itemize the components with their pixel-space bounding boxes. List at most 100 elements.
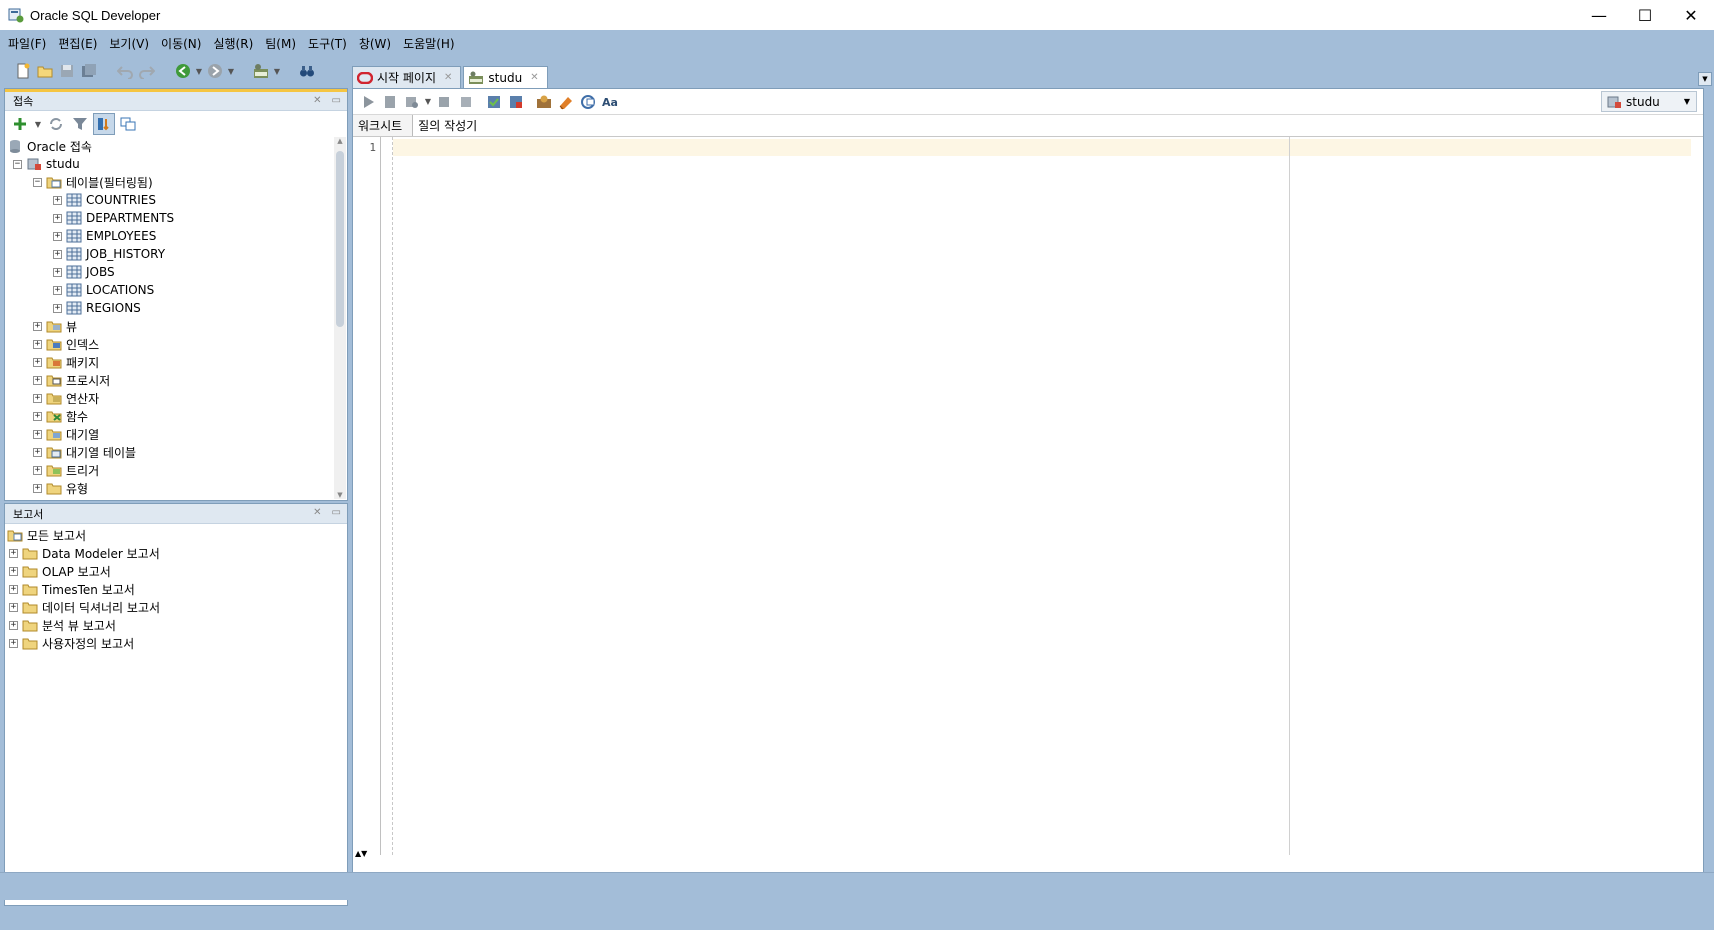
menu-team[interactable]: 팀(M) bbox=[261, 35, 304, 52]
expand-icon[interactable]: + bbox=[53, 285, 62, 295]
expand-icon[interactable]: + bbox=[33, 447, 42, 457]
tree-table-regions[interactable]: + REGIONS bbox=[7, 299, 333, 317]
clear-button[interactable] bbox=[555, 91, 577, 113]
tree-queue-tables-node[interactable]: + 대기열 테이블 bbox=[7, 443, 333, 461]
expand-icon[interactable]: + bbox=[9, 584, 18, 594]
format-case-button[interactable]: Aa bbox=[599, 91, 621, 113]
minimize-button[interactable]: — bbox=[1576, 0, 1622, 30]
sql-history-button[interactable] bbox=[533, 91, 555, 113]
expand-icon[interactable]: + bbox=[53, 249, 62, 259]
menu-run[interactable]: 실행(R) bbox=[209, 35, 261, 52]
tree-all-reports[interactable]: 모든 보고서 bbox=[5, 526, 347, 544]
manage-connections-button[interactable] bbox=[117, 113, 139, 135]
save-all-button[interactable] bbox=[78, 60, 100, 82]
minimize-panel-icon[interactable]: ▭ bbox=[332, 507, 341, 518]
tree-procedures-node[interactable]: + 프로시저 bbox=[7, 371, 333, 389]
run-statement-button[interactable] bbox=[357, 91, 379, 113]
expand-icon[interactable]: + bbox=[33, 321, 42, 331]
expand-icon[interactable]: + bbox=[9, 620, 18, 630]
close-tab-icon[interactable]: ✕ bbox=[530, 72, 538, 83]
expand-icon[interactable]: + bbox=[53, 231, 62, 241]
tab-studu-worksheet[interactable]: studu ✕ bbox=[463, 66, 548, 88]
save-button[interactable] bbox=[56, 60, 78, 82]
tree-operators-node[interactable]: + 연산자 bbox=[7, 389, 333, 407]
back-dropdown[interactable]: ▼ bbox=[194, 60, 204, 82]
close-tab-icon[interactable]: ✕ bbox=[444, 72, 452, 83]
editor-scroll-arrows-icon[interactable]: ▲▼ bbox=[355, 849, 367, 858]
expand-icon[interactable]: + bbox=[33, 357, 42, 367]
expand-icon[interactable]: + bbox=[33, 339, 42, 349]
tree-views-node[interactable]: + 뷰 bbox=[7, 317, 333, 335]
tree-table-departments[interactable]: + DEPARTMENTS bbox=[7, 209, 333, 227]
tree-functions-node[interactable]: + 함수 bbox=[7, 407, 333, 425]
tree-report-data-modeler[interactable]: + Data Modeler 보고서 bbox=[5, 544, 347, 562]
expand-icon[interactable]: + bbox=[53, 267, 62, 277]
tree-report-timesten[interactable]: + TimesTen 보고서 bbox=[5, 580, 347, 598]
tab-query-builder[interactable]: 질의 작성기 bbox=[413, 115, 487, 136]
scroll-thumb[interactable] bbox=[336, 151, 344, 327]
tree-indexes-node[interactable]: + 인덱스 bbox=[7, 335, 333, 353]
commit-button[interactable] bbox=[433, 91, 455, 113]
run-script-button[interactable] bbox=[379, 91, 401, 113]
expand-icon[interactable]: + bbox=[53, 195, 62, 205]
sql-tuning-button[interactable] bbox=[505, 91, 527, 113]
unshared-worksheet-button[interactable] bbox=[577, 91, 599, 113]
refresh-button[interactable] bbox=[45, 113, 67, 135]
autotrace-dropdown[interactable]: ▼ bbox=[423, 91, 433, 113]
tree-report-olap[interactable]: + OLAP 보고서 bbox=[5, 562, 347, 580]
tree-table-countries[interactable]: + COUNTRIES bbox=[7, 191, 333, 209]
filter-button[interactable] bbox=[69, 113, 91, 135]
autotrace-button[interactable] bbox=[401, 91, 423, 113]
expand-icon[interactable]: + bbox=[9, 548, 18, 558]
menu-view[interactable]: 보기(V) bbox=[105, 35, 157, 52]
minimize-panel-icon[interactable]: ▭ bbox=[332, 95, 341, 106]
menu-edit[interactable]: 편집(E) bbox=[54, 35, 105, 52]
expand-icon[interactable]: + bbox=[9, 638, 18, 648]
tree-root-oracle-connections[interactable]: Oracle 접속 bbox=[7, 137, 333, 155]
tree-triggers-node[interactable]: + 트리거 bbox=[7, 461, 333, 479]
connection-select[interactable]: studu ▼ bbox=[1601, 91, 1697, 112]
undo-button[interactable] bbox=[114, 60, 136, 82]
tree-table-job-history[interactable]: + JOB_HISTORY bbox=[7, 245, 333, 263]
menu-navigate[interactable]: 이동(N) bbox=[157, 35, 209, 52]
expand-icon[interactable]: + bbox=[53, 213, 62, 223]
tree-table-jobs[interactable]: + JOBS bbox=[7, 263, 333, 281]
maximize-button[interactable]: ☐ bbox=[1622, 0, 1668, 30]
expand-icon[interactable]: + bbox=[33, 465, 42, 475]
expand-icon[interactable]: + bbox=[53, 303, 62, 313]
expand-icon[interactable]: + bbox=[33, 429, 42, 439]
menu-tools[interactable]: 도구(T) bbox=[304, 35, 355, 52]
collapse-icon[interactable]: − bbox=[13, 159, 22, 169]
expand-icon[interactable]: + bbox=[33, 375, 42, 385]
sql-worksheet-dropdown[interactable]: ▼ bbox=[272, 60, 282, 82]
new-button[interactable] bbox=[12, 60, 34, 82]
tree-queues-node[interactable]: + 대기열 bbox=[7, 425, 333, 443]
collapse-icon[interactable]: − bbox=[33, 177, 42, 187]
back-button[interactable] bbox=[172, 60, 194, 82]
expand-icon[interactable]: + bbox=[9, 602, 18, 612]
sql-worksheet-button[interactable] bbox=[250, 60, 272, 82]
menu-help[interactable]: 도움말(H) bbox=[399, 35, 463, 52]
new-connection-button[interactable] bbox=[9, 113, 31, 135]
expand-icon[interactable]: + bbox=[33, 483, 42, 493]
tree-report-data-dictionary[interactable]: + 데이터 딕셔너리 보고서 bbox=[5, 598, 347, 616]
menu-file[interactable]: 파일(F) bbox=[4, 35, 54, 52]
menu-window[interactable]: 창(W) bbox=[355, 35, 399, 52]
rollback-button[interactable] bbox=[455, 91, 477, 113]
redo-button[interactable] bbox=[136, 60, 158, 82]
forward-button[interactable] bbox=[204, 60, 226, 82]
tab-worksheet[interactable]: 워크시트 bbox=[353, 115, 414, 136]
connections-scrollbar[interactable]: ▲ ▼ bbox=[334, 137, 346, 499]
tree-report-analytic-view[interactable]: + 분석 뷰 보고서 bbox=[5, 616, 347, 634]
schema-browser-button[interactable] bbox=[93, 113, 115, 135]
explain-plan-button[interactable] bbox=[483, 91, 505, 113]
forward-dropdown[interactable]: ▼ bbox=[226, 60, 236, 82]
tab-start-page[interactable]: 시작 페이지 ✕ bbox=[352, 66, 462, 88]
tab-list-dropdown-icon[interactable]: ▼ bbox=[1698, 72, 1712, 86]
close-panel-icon[interactable]: ✕ bbox=[313, 507, 321, 518]
expand-icon[interactable]: + bbox=[9, 566, 18, 576]
expand-icon[interactable]: + bbox=[33, 393, 42, 403]
tree-table-employees[interactable]: + EMPLOYEES bbox=[7, 227, 333, 245]
tree-tables-node[interactable]: − 테이블(필터링됨) bbox=[7, 173, 333, 191]
scroll-up-icon[interactable]: ▲ bbox=[334, 137, 346, 145]
